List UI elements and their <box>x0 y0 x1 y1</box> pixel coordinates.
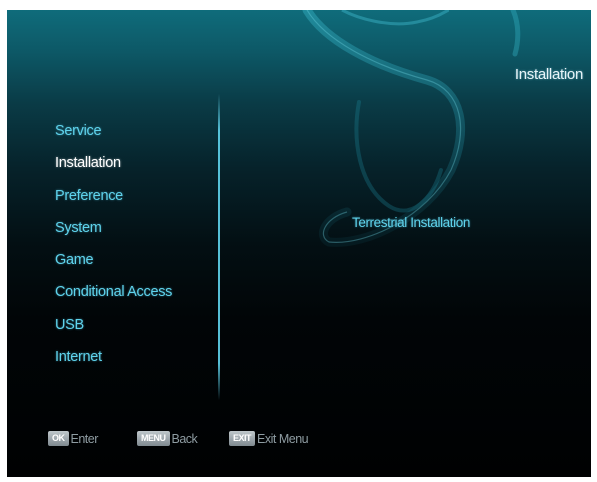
menu-item-conditional-access[interactable]: Conditional Access <box>55 276 172 308</box>
ok-hint-label: Enter <box>70 431 99 446</box>
menu-item-usb[interactable]: USB <box>55 309 172 341</box>
menu-hint: MENU Back <box>137 431 198 446</box>
menu-hint-label: Back <box>171 431 198 446</box>
ok-hint: OK Enter <box>48 431 98 446</box>
exit-key-icon: EXIT <box>229 431 256 446</box>
ok-key-icon: OK <box>48 431 69 446</box>
page-title: Installation <box>514 66 583 83</box>
menu-item-preference[interactable]: Preference <box>55 180 172 212</box>
main-menu: Service Installation Preference System G… <box>55 115 172 373</box>
footer-hints: OK Enter MENU Back EXIT Exit Menu <box>7 431 591 451</box>
menu-item-system[interactable]: System <box>55 212 172 244</box>
menu-item-game[interactable]: Game <box>55 244 172 276</box>
exit-hint-label: Exit Menu <box>257 431 309 446</box>
menu-item-internet[interactable]: Internet <box>55 341 172 373</box>
menu-key-icon: MENU <box>137 431 170 446</box>
menu-item-service[interactable]: Service <box>55 115 172 147</box>
submenu-item-terrestrial-installation[interactable]: Terrestrial Installation <box>352 215 470 230</box>
menu-divider <box>218 94 220 400</box>
osd-screen: Installation Service Installation Prefer… <box>7 10 591 477</box>
exit-hint: EXIT Exit Menu <box>229 431 309 446</box>
menu-item-installation[interactable]: Installation <box>55 147 172 179</box>
